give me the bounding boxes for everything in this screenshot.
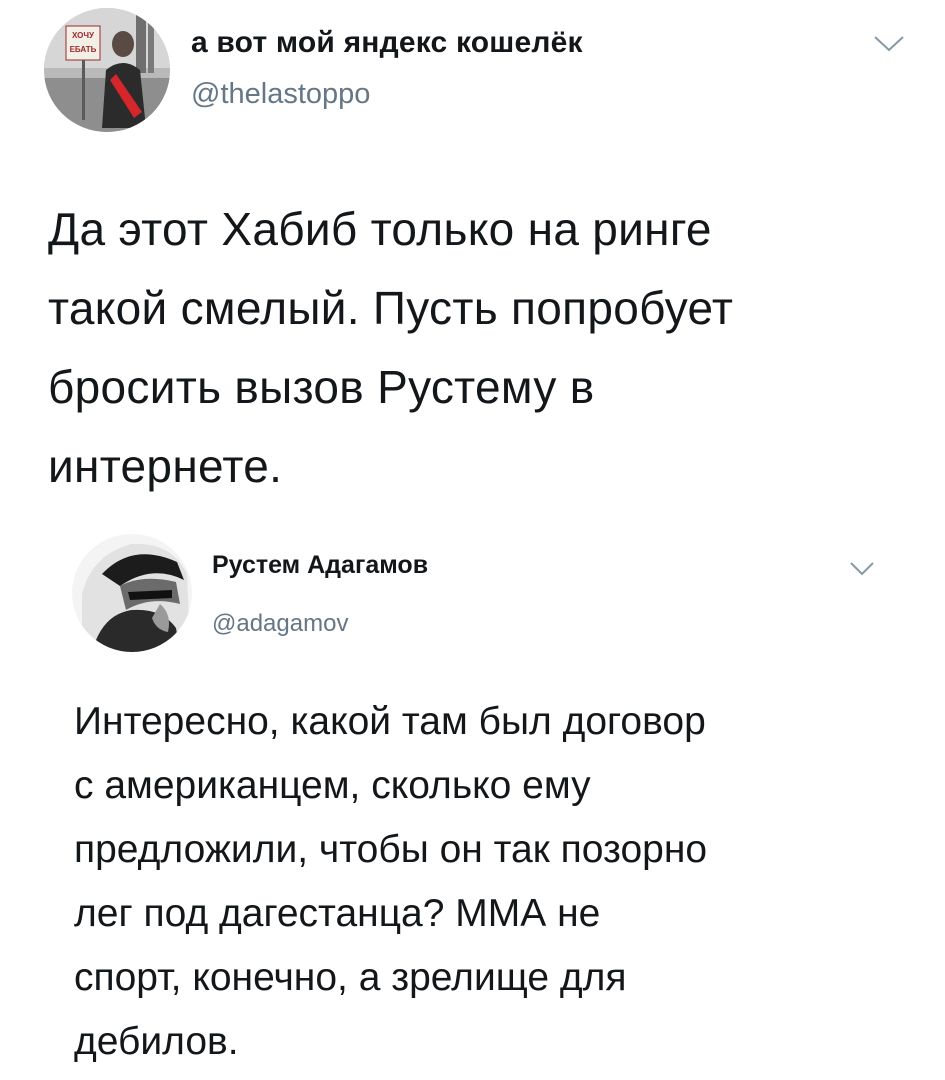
avatar[interactable] <box>72 534 192 652</box>
avatar-photo <box>72 534 192 652</box>
avatar-sign-text: ХОЧУ ЕБАТЬ <box>69 31 97 54</box>
tweet-text: Да этот Хабиб только на ринге такой смел… <box>48 203 734 492</box>
tweet-text: Интересно, какой там был договор с амери… <box>74 700 708 1063</box>
chevron-down-icon[interactable] <box>848 560 876 578</box>
avatar-photo <box>44 8 170 132</box>
author-name[interactable]: Рустем Адагамов <box>212 551 428 580</box>
tweet-card: ХОЧУ ЕБАТЬ а вот мой яндекс кошелёк @the… <box>0 0 945 520</box>
chevron-down-icon[interactable] <box>872 34 906 54</box>
avatar[interactable]: ХОЧУ ЕБАТЬ <box>44 8 170 132</box>
author-name[interactable]: а вот мой яндекс кошелёк <box>191 26 583 60</box>
author-handle[interactable]: @adagamov <box>212 610 348 638</box>
author-handle[interactable]: @thelastoppo <box>191 78 370 111</box>
